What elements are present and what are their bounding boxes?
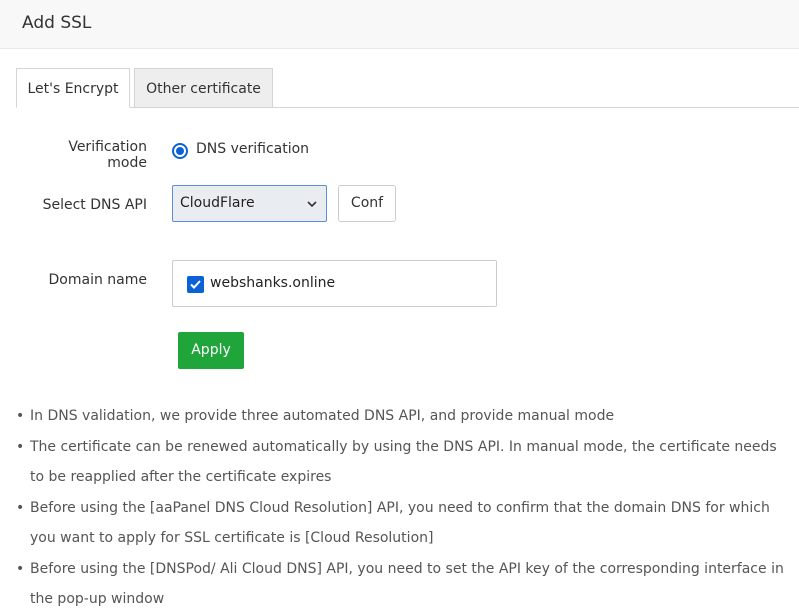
- dns-verification-label[interactable]: DNS verification: [196, 141, 309, 157]
- domain-item-label[interactable]: webshanks.online: [210, 275, 335, 291]
- checkmark-icon: [190, 280, 201, 289]
- note-item: Before using the [aaPanel DNS Cloud Reso…: [16, 493, 786, 554]
- dns-verification-radio[interactable]: [172, 143, 188, 159]
- tab-other-certificate[interactable]: Other certificate: [134, 68, 273, 108]
- note-item: Before using the [DNSPod/ Ali Cloud DNS]…: [16, 554, 786, 615]
- domain-name-label: Domain name: [48, 272, 147, 288]
- dialog-header: Add SSL: [0, 0, 799, 49]
- tabs-divider: [16, 107, 799, 108]
- chevron-down-icon: [307, 201, 317, 208]
- dns-api-selected-value: CloudFlare: [180, 195, 255, 211]
- help-notes: In DNS validation, we provide three auto…: [16, 401, 786, 615]
- dns-api-select[interactable]: CloudFlare: [172, 185, 327, 222]
- note-item: The certificate can be renewed automatic…: [16, 432, 786, 493]
- domain-checkbox[interactable]: [187, 276, 204, 293]
- tab-lets-encrypt[interactable]: Let's Encrypt: [16, 68, 130, 108]
- domain-list: webshanks.online: [172, 260, 497, 307]
- dialog-title: Add SSL: [22, 13, 92, 33]
- note-item: In DNS validation, we provide three auto…: [16, 401, 786, 432]
- verification-mode-label: Verification mode: [68, 139, 147, 171]
- conf-button[interactable]: Conf: [338, 185, 396, 222]
- select-dns-api-label: Select DNS API: [42, 197, 147, 213]
- apply-button[interactable]: Apply: [178, 332, 244, 369]
